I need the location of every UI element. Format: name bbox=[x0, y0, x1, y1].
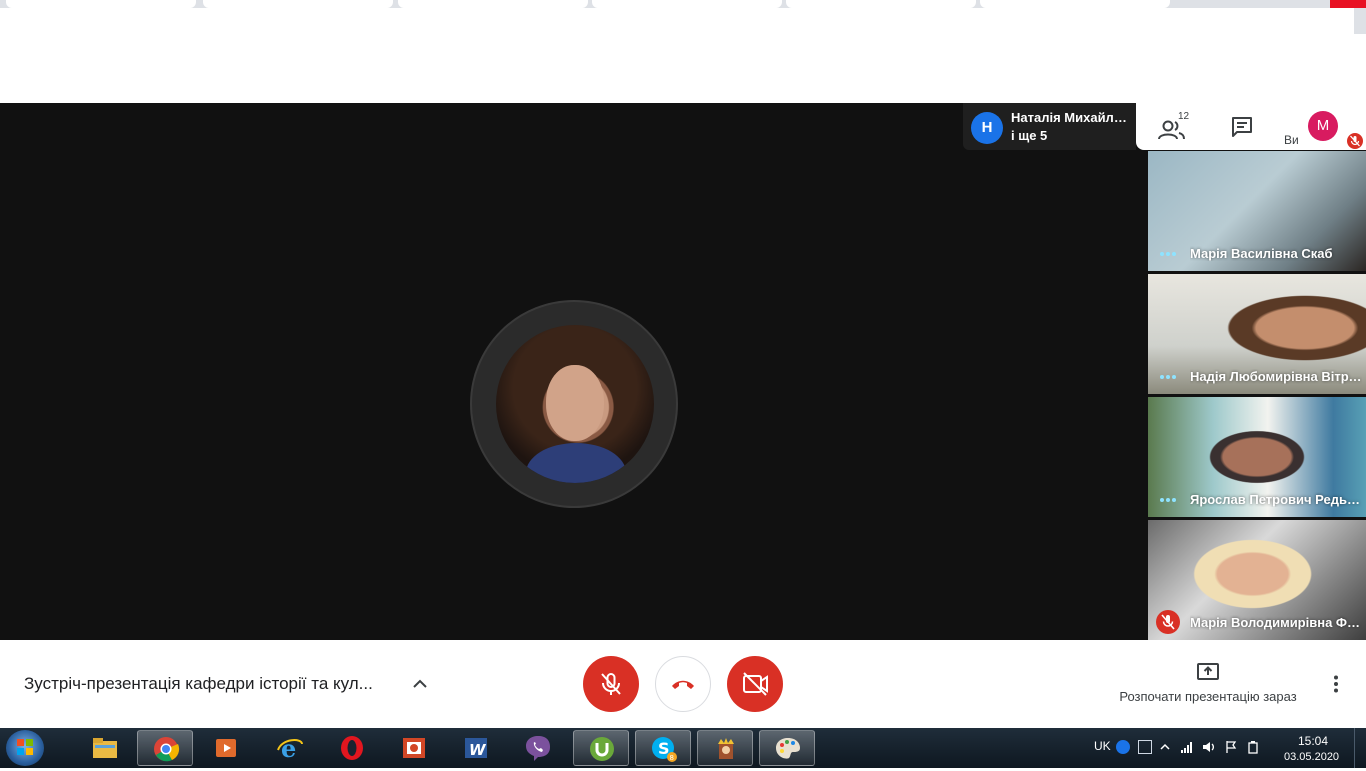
active-speaker-ring bbox=[470, 300, 678, 508]
call-controls-bar: Зустріч-презентація кафедри історії та к… bbox=[0, 640, 1366, 728]
viber-icon bbox=[526, 736, 550, 761]
opera-icon bbox=[341, 736, 363, 760]
utorrent-icon bbox=[590, 737, 614, 761]
chevron-up-icon bbox=[413, 679, 427, 688]
word-icon: W bbox=[465, 738, 487, 759]
you-label: Ви bbox=[1284, 133, 1299, 147]
taskbar-powerpoint[interactable] bbox=[386, 730, 442, 766]
browser-tab[interactable] bbox=[786, 0, 976, 8]
taskbar-opera[interactable] bbox=[324, 730, 380, 766]
language-indicator[interactable]: UK bbox=[1094, 739, 1111, 753]
participant-name: Марія Володимирівна Фідик bbox=[1190, 615, 1362, 630]
svg-text:8: 8 bbox=[670, 754, 674, 762]
clock-time[interactable]: 15:04 bbox=[1298, 734, 1328, 748]
self-muted-icon bbox=[1347, 133, 1363, 149]
leave-call-button[interactable] bbox=[655, 656, 711, 712]
minimize-button[interactable] bbox=[1258, 0, 1294, 8]
help-icon[interactable] bbox=[1116, 740, 1130, 754]
media-player-icon bbox=[216, 739, 236, 757]
browser-tab[interactable] bbox=[6, 0, 196, 8]
hang-up-icon bbox=[672, 680, 694, 689]
people-icon bbox=[1158, 120, 1185, 140]
taskbar-paint[interactable] bbox=[759, 730, 815, 766]
muted-mic-icon bbox=[1156, 610, 1180, 634]
svg-text:e: e bbox=[281, 734, 296, 762]
start-button[interactable] bbox=[6, 730, 44, 766]
taskbar-media-player[interactable] bbox=[199, 730, 255, 766]
browser-tab[interactable] bbox=[203, 0, 393, 8]
mic-off-icon bbox=[601, 673, 621, 695]
camera-toggle-button[interactable] bbox=[727, 656, 783, 712]
browser-tab[interactable] bbox=[592, 0, 782, 8]
volume-icon[interactable] bbox=[1202, 740, 1216, 754]
audio-indicator-icon bbox=[1160, 375, 1178, 379]
chat-button[interactable] bbox=[1230, 115, 1258, 141]
system-tray: UK 15:04 03.05.2020 bbox=[1086, 728, 1366, 768]
meeting-title[interactable]: Зустріч-презентація кафедри історії та к… bbox=[24, 674, 373, 694]
taskbar-game[interactable] bbox=[697, 730, 753, 766]
power-icon[interactable] bbox=[1246, 740, 1260, 754]
active-speaker-avatar bbox=[496, 325, 654, 483]
window-controls bbox=[1256, 0, 1366, 8]
show-desktop-button[interactable] bbox=[1354, 728, 1366, 768]
browser-tab[interactable] bbox=[980, 0, 1170, 8]
avatar-shoulders bbox=[526, 443, 626, 483]
action-center-flag-icon[interactable] bbox=[1224, 740, 1238, 754]
skype-icon: S8 bbox=[652, 737, 677, 762]
audio-indicator-icon bbox=[1160, 252, 1178, 256]
chevron-up-icon[interactable] bbox=[1158, 740, 1172, 754]
people-count: 12 bbox=[1178, 111, 1190, 122]
more-options-button[interactable] bbox=[1326, 674, 1346, 694]
top-actions-bar: 12 Ви M bbox=[1136, 103, 1366, 150]
taskbar-viber[interactable] bbox=[510, 730, 566, 766]
taskbar-chrome[interactable] bbox=[137, 730, 193, 766]
svg-text:W: W bbox=[469, 741, 487, 759]
maximize-button[interactable] bbox=[1294, 0, 1330, 8]
participant-tile[interactable]: Ярослав Петрович Редькін bbox=[1148, 397, 1366, 517]
clock-date[interactable]: 03.05.2020 bbox=[1284, 751, 1339, 763]
page-header-area bbox=[0, 8, 1354, 34]
more-vert-icon bbox=[1334, 675, 1338, 693]
participants-summary[interactable]: Н Наталія Михайлівна і ще 5 bbox=[963, 103, 1136, 150]
close-window-button[interactable] bbox=[1330, 0, 1366, 8]
people-button[interactable]: 12 bbox=[1156, 111, 1196, 143]
participant-tile[interactable]: Марія Володимирівна Фідик bbox=[1148, 520, 1366, 640]
network-signal-icon[interactable] bbox=[1180, 740, 1194, 754]
taskbar-word[interactable]: W bbox=[448, 730, 504, 766]
chrome-icon bbox=[154, 737, 180, 762]
mic-toggle-button[interactable] bbox=[583, 656, 639, 712]
internet-explorer-icon: e bbox=[277, 734, 303, 762]
participant-name: Надія Любомирівна Вітрук bbox=[1190, 369, 1362, 384]
windows-logo-icon bbox=[17, 739, 33, 755]
self-avatar[interactable]: M bbox=[1308, 111, 1338, 141]
audio-indicator-icon bbox=[1160, 498, 1178, 502]
participant-tile[interactable]: Марія Василівна Скаб bbox=[1148, 151, 1366, 271]
avatar-face bbox=[546, 365, 604, 441]
paint-palette-icon bbox=[776, 738, 800, 759]
present-screen-icon bbox=[1197, 663, 1219, 680]
participant-name: Ярослав Петрович Редькін bbox=[1190, 492, 1362, 507]
presenter-name: Наталія Михайлівна bbox=[1011, 110, 1129, 125]
taskbar-file-explorer[interactable] bbox=[77, 730, 133, 766]
taskbar-utorrent[interactable] bbox=[573, 730, 629, 766]
windows-taskbar: e W S8 UK 15:04 03.05.2020 bbox=[0, 728, 1366, 768]
game-king-icon bbox=[718, 738, 734, 759]
taskbar-internet-explorer[interactable]: e bbox=[262, 730, 318, 766]
presenter-avatar: Н bbox=[971, 112, 1003, 144]
participant-tile[interactable]: Надія Любомирівна Вітрук bbox=[1148, 274, 1366, 394]
taskbar-skype[interactable]: S8 bbox=[635, 730, 691, 766]
present-now-label: Розпочати презентацію зараз bbox=[1119, 689, 1297, 704]
notification-icon[interactable] bbox=[1138, 740, 1152, 754]
browser-tab[interactable] bbox=[398, 0, 588, 8]
present-now-button[interactable]: Розпочати презентацію зараз bbox=[1108, 660, 1308, 710]
presenter-more-count: і ще 5 bbox=[1011, 128, 1048, 143]
browser-chrome bbox=[0, 0, 1366, 103]
camera-off-icon bbox=[743, 672, 768, 696]
powerpoint-icon bbox=[403, 738, 425, 758]
folder-icon bbox=[93, 738, 117, 758]
participant-name: Марія Василівна Скаб bbox=[1190, 246, 1333, 261]
chat-icon bbox=[1232, 117, 1252, 137]
meeting-details-toggle[interactable] bbox=[410, 674, 430, 694]
